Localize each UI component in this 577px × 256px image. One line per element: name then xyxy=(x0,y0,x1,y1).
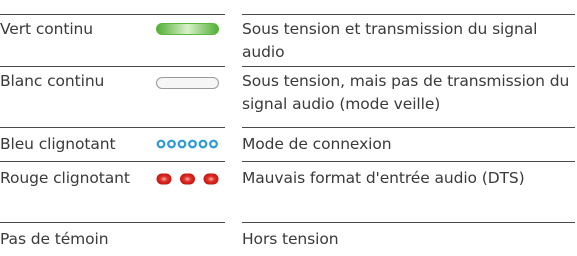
table-rule xyxy=(0,14,225,15)
led-status-table: Vert continu Sous tension et transmissio… xyxy=(0,0,577,256)
row-state-label: Rouge clignotant xyxy=(0,169,130,187)
row-state-label: Pas de témoin xyxy=(0,230,109,248)
table-rule xyxy=(242,161,575,162)
row-description: Sous tension, mais pas de transmission d… xyxy=(242,72,570,113)
table-rule xyxy=(0,66,225,67)
solid-green-bar-icon xyxy=(156,23,219,35)
row-description: Mode de connexion xyxy=(242,135,392,153)
row-state-label: Blanc continu xyxy=(0,72,105,90)
table-rule xyxy=(0,222,225,223)
table-rule xyxy=(242,14,575,15)
table-rule xyxy=(242,127,575,128)
table-rule xyxy=(242,222,575,223)
table-rule xyxy=(242,66,575,67)
row-description: Mauvais format d'entrée audio (DTS) xyxy=(242,169,525,187)
table-rule xyxy=(0,127,225,128)
row-description: Hors tension xyxy=(242,230,339,248)
solid-white-bar-icon xyxy=(156,77,219,89)
table-rule xyxy=(0,161,225,162)
blinking-blue-dots-icon xyxy=(156,139,218,149)
row-state-label: Bleu clignotant xyxy=(0,135,116,153)
row-description: Sous tension et transmission du signal a… xyxy=(242,20,538,61)
row-state-label: Vert continu xyxy=(0,20,93,38)
blinking-red-dots-icon xyxy=(156,173,219,185)
